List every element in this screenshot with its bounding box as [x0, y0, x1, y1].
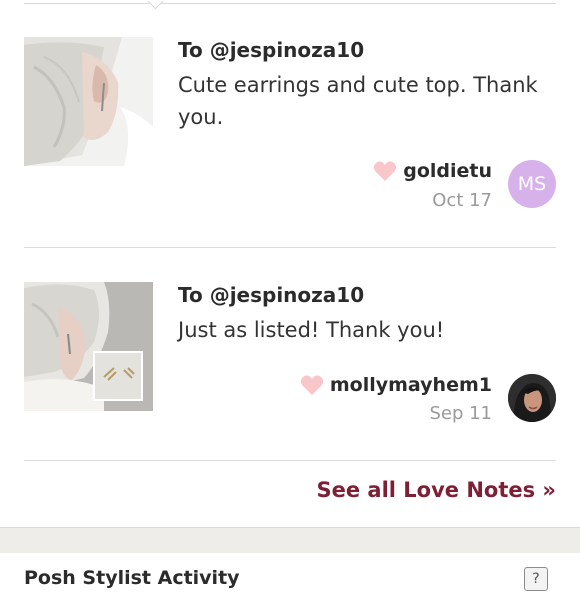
top-divider [24, 3, 556, 4]
note-date: Oct 17 [432, 190, 492, 211]
avatar[interactable]: MS [508, 160, 556, 208]
listing-photo[interactable] [24, 37, 153, 166]
posh-stylist-activity-section: Posh Stylist Activity ? [0, 553, 580, 593]
note-divider [24, 460, 556, 461]
note-recipient[interactable]: To @jespinoza10 [178, 283, 364, 307]
love-note-item: To @jespinoza10 Cute earrings and cute t… [24, 36, 556, 248]
love-notes-card: To @jespinoza10 Cute earrings and cute t… [0, 0, 580, 527]
note-author: mollymayhem1 [300, 374, 492, 396]
heart-icon [374, 161, 397, 181]
note-date: Sep 11 [429, 403, 492, 424]
avatar[interactable] [508, 374, 556, 422]
note-message: Just as listed! Thank you! [178, 318, 445, 342]
love-note-item: To @jespinoza10 Just as listed! Thank yo… [24, 248, 556, 461]
section-title: Posh Stylist Activity [24, 567, 240, 589]
note-message: Cute earrings and cute top. Thank you. [178, 73, 538, 129]
author-username[interactable]: mollymayhem1 [330, 374, 492, 396]
tab-pointer [147, 0, 164, 10]
note-recipient[interactable]: To @jespinoza10 [178, 38, 364, 62]
section-separator [0, 527, 580, 554]
see-all-love-notes-link[interactable]: See all Love Notes » [316, 478, 556, 502]
note-author: goldietu [373, 160, 492, 182]
heart-icon [300, 375, 324, 395]
help-button[interactable]: ? [524, 567, 548, 591]
listing-photo[interactable] [24, 282, 153, 411]
author-username[interactable]: goldietu [403, 160, 492, 182]
